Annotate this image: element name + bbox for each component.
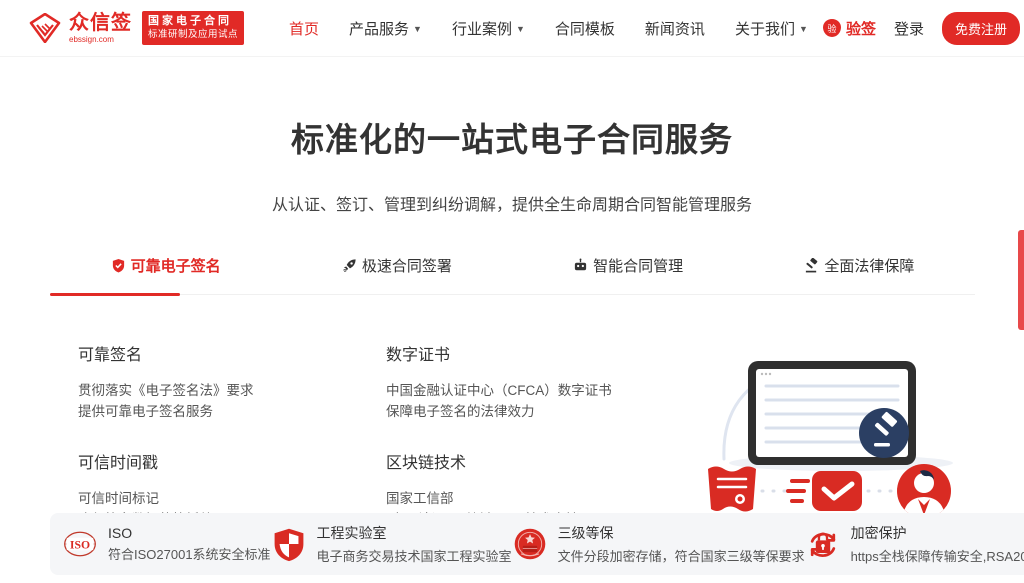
feature-line: 保障电子签名的法律效力 (386, 402, 616, 423)
nav-item-products[interactable]: 产品服务▼ (349, 18, 422, 39)
assurance-title: 加密保护 (851, 523, 1024, 543)
feature-reliable-signature: 可靠签名 贯彻落实《电子签名法》要求 提供可靠电子签名服务 (78, 341, 308, 423)
chevron-down-icon: ▼ (799, 24, 808, 34)
brand-name: 众信签 (69, 13, 132, 33)
gavel-icon (804, 258, 819, 273)
feature-title: 可信时间戳 (78, 449, 308, 473)
svg-text:ISO: ISO (70, 539, 90, 552)
active-tab-indicator (50, 293, 180, 296)
rocket-icon (342, 258, 357, 273)
logo-text: 众信签 ebssign.com (69, 13, 132, 44)
main-nav: 首页 产品服务▼ 行业案例▼ 合同模板 新闻资讯 关于我们▼ (289, 18, 808, 39)
esign-illustration (696, 341, 966, 521)
verify-shield-icon: 验 (823, 19, 841, 37)
robot-icon (573, 258, 588, 273)
national-pilot-badge: 国家电子合同 标准研制及应用试点 (142, 11, 244, 45)
tab-reliable-esignature[interactable]: 可靠电子签名 (50, 255, 281, 294)
nav-item-news[interactable]: 新闻资讯 (645, 18, 705, 39)
tab-label: 智能合同管理 (593, 255, 683, 276)
tab-label: 可靠电子签名 (131, 255, 221, 276)
feature-digital-certificate: 数字证书 中国金融认证中心（CFCA）数字证书 保障电子签名的法律效力 (386, 341, 616, 423)
header: 众信签 ebssign.com 国家电子合同 标准研制及应用试点 首页 产品服务… (0, 0, 1024, 57)
feature-title: 数字证书 (386, 341, 616, 365)
badge-line2: 标准研制及应用试点 (148, 29, 238, 41)
assurance-desc: 符合ISO27001系统安全标准 (108, 544, 271, 563)
national-emblem-icon (512, 526, 548, 562)
free-register-button[interactable]: 免费注册 (942, 12, 1020, 45)
assurance-desc: 电子商务交易技术国家工程实验室 (317, 546, 512, 565)
assurance-title: 工程实验室 (317, 523, 512, 543)
feature-title: 区块链技术 (386, 449, 616, 473)
tab-fast-signing[interactable]: 极速合同签署 (281, 255, 512, 294)
nav-item-home[interactable]: 首页 (289, 18, 319, 39)
certificate-icon (708, 467, 756, 512)
brand-domain: ebssign.com (69, 36, 132, 44)
iso-stamp-icon: ISO (62, 526, 98, 562)
assurance-title: ISO (108, 525, 271, 541)
assurance-iso: ISO ISO 符合ISO27001系统安全标准 (62, 525, 271, 563)
page: 众信签 ebssign.com 国家电子合同 标准研制及应用试点 首页 产品服务… (0, 0, 1024, 583)
lock-icon (805, 526, 841, 562)
envelope-icon (788, 471, 862, 511)
hero-section: 标准化的一站式电子合同服务 从认证、签订、管理到纠纷调解，提供全生命周期合同智能… (0, 57, 1024, 215)
nav-item-cases[interactable]: 行业案例▼ (452, 18, 525, 39)
feature-line: 国家工信部 (386, 489, 616, 510)
shield-check-icon (111, 258, 126, 273)
nav-item-templates[interactable]: 合同模板 (555, 18, 615, 39)
feature-title: 可靠签名 (78, 341, 308, 365)
logo-diamond-icon (28, 13, 62, 43)
page-title: 标准化的一站式电子合同服务 (0, 113, 1024, 161)
badge-line1: 国家电子合同 (148, 15, 238, 29)
assurance-desc: 文件分段加密存储，符合国家三级等保要求 (558, 546, 805, 565)
chevron-down-icon: ▼ (516, 24, 525, 34)
assurance-desc: https全栈保障传输安全,RSA2048双向加密传输 (851, 546, 1024, 565)
logo[interactable]: 众信签 ebssign.com 国家电子合同 标准研制及应用试点 (28, 11, 244, 45)
assurance-lab: 工程实验室 电子商务交易技术国家工程实验室 (271, 523, 512, 565)
assurance-bar: ISO ISO 符合ISO27001系统安全标准 工程实验室 电子商务交易技术国… (50, 513, 1024, 575)
tab-legal-protection[interactable]: 全面法律保障 (744, 255, 975, 294)
nav-item-about[interactable]: 关于我们▼ (735, 18, 808, 39)
feature-line: 中国金融认证中心（CFCA）数字证书 (386, 381, 616, 402)
login-link[interactable]: 登录 (894, 18, 924, 39)
feature-line: 贯彻落实《电子签名法》要求 (78, 381, 308, 402)
shield-icon (271, 526, 307, 562)
feature-tabs: 可靠电子签名 极速合同签署 智能合同管理 (50, 255, 975, 295)
verify-label: 验签 (846, 18, 876, 39)
page-subtitle: 从认证、签订、管理到纠纷调解，提供全生命周期合同智能管理服务 (0, 191, 1024, 215)
assurance-classified-protection: 三级等保 文件分段加密存储，符合国家三级等保要求 (512, 523, 805, 565)
side-widget-bar[interactable] (1018, 230, 1024, 330)
assurance-title: 三级等保 (558, 523, 805, 543)
chevron-down-icon: ▼ (413, 24, 422, 34)
tab-label: 极速合同签署 (362, 255, 452, 276)
header-actions: 验 验签 登录 免费注册 (823, 12, 1024, 45)
assurance-encryption: 加密保护 https全栈保障传输安全,RSA2048双向加密传输 (805, 523, 1024, 565)
feature-line: 可信时间标记 (78, 489, 308, 510)
feature-panel: 可靠签名 贯彻落实《电子签名法》要求 提供可靠电子签名服务 可信时间戳 可信时间… (0, 341, 1024, 541)
feature-line: 提供可靠电子签名服务 (78, 402, 308, 423)
tab-label: 全面法律保障 (824, 255, 914, 276)
verify-signature-link[interactable]: 验 验签 (823, 18, 876, 39)
tab-smart-management[interactable]: 智能合同管理 (513, 255, 744, 294)
